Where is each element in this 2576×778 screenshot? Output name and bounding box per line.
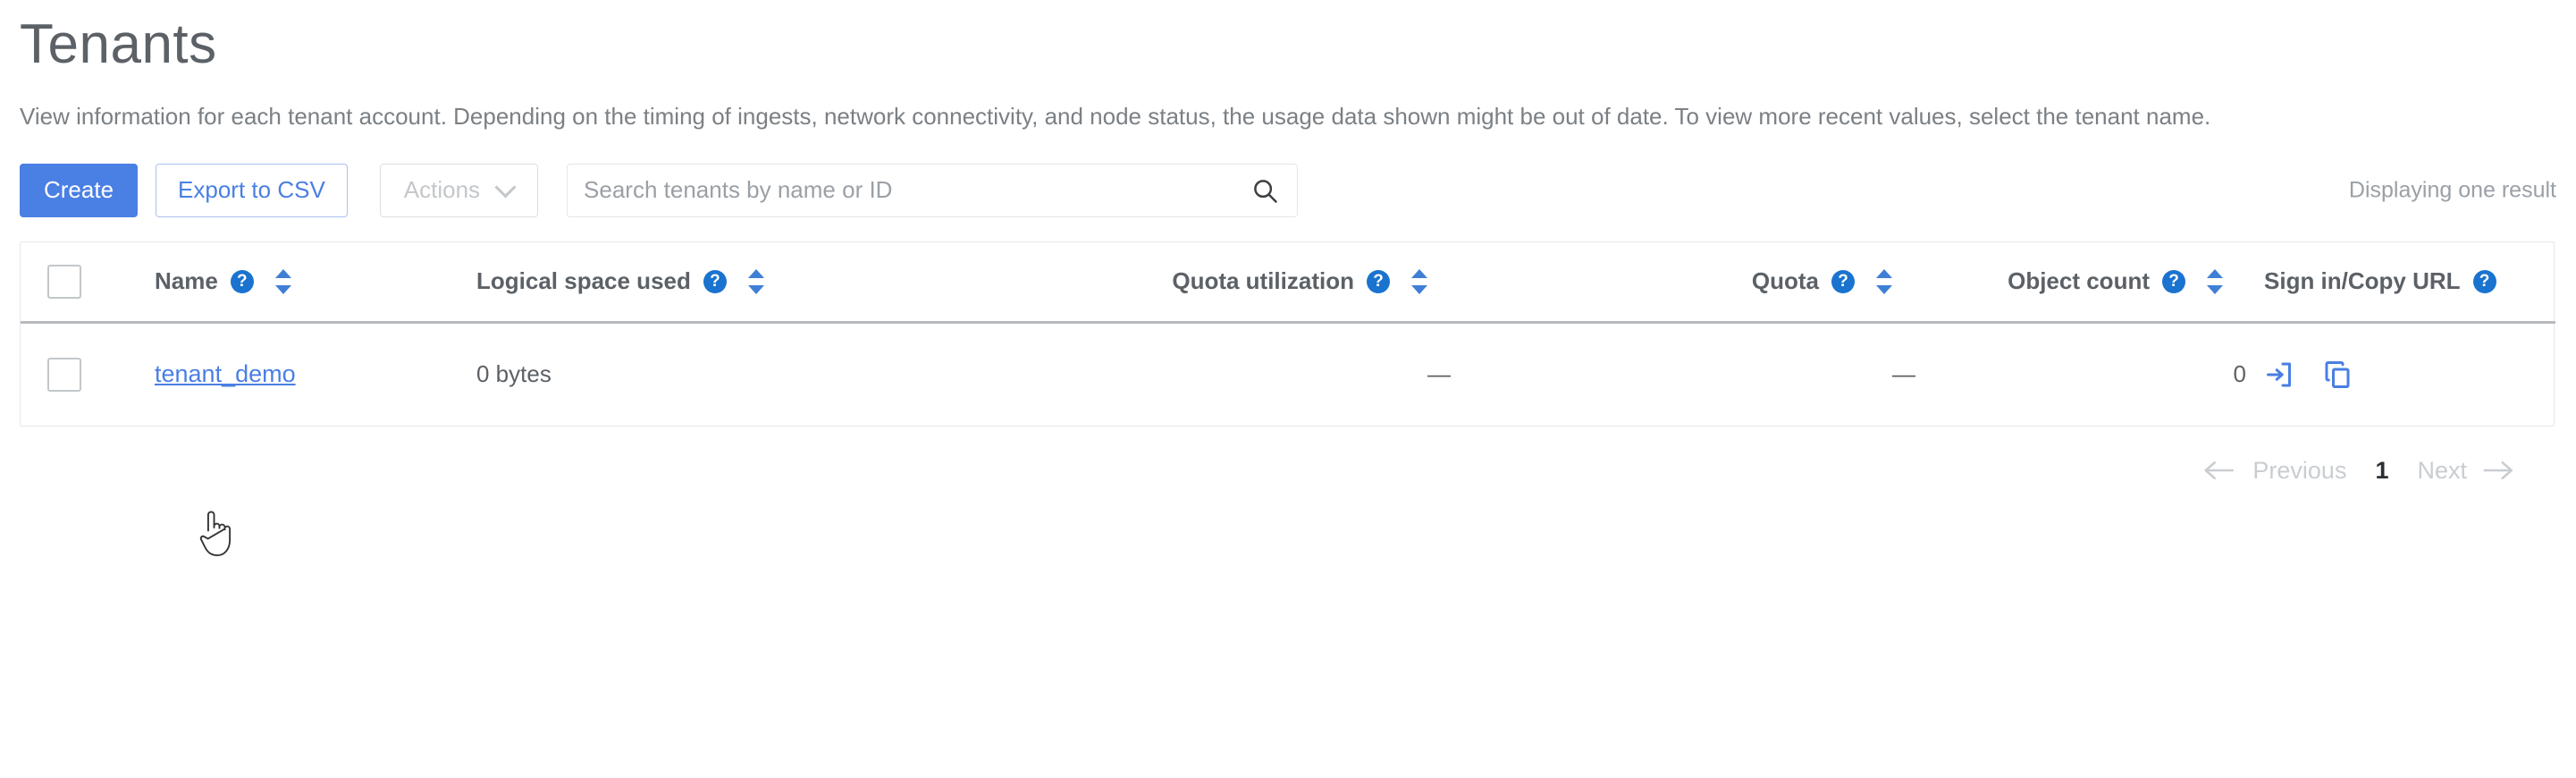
search-field (567, 163, 1299, 217)
column-label-name: Name (155, 267, 218, 295)
table-row: tenant_demo 0 bytes — — 0 (21, 323, 2555, 426)
table-body: tenant_demo 0 bytes — — 0 (21, 323, 2555, 426)
arrow-left-icon[interactable] (2201, 457, 2240, 484)
pagination-current-page[interactable]: 1 (2359, 457, 2404, 485)
pagination-previous[interactable]: Previous (2240, 457, 2359, 485)
help-icon[interactable]: ? (703, 269, 727, 293)
toolbar: Create Export to CSV Actions Displaying … (20, 163, 2556, 218)
help-icon[interactable]: ? (2472, 269, 2496, 293)
column-header-object-count[interactable]: Object count ? (1915, 242, 2246, 323)
tenants-page: Tenants View information for each tenant… (0, 0, 2576, 778)
copy-url-icon[interactable] (2321, 359, 2353, 391)
select-all-header (21, 242, 155, 323)
select-all-checkbox[interactable] (47, 264, 81, 299)
pagination-next[interactable]: Next (2404, 457, 2479, 485)
column-header-sign-in-copy-url: Sign in/Copy URL ? (2246, 242, 2555, 323)
arrow-right-icon[interactable] (2479, 457, 2519, 484)
column-header-quota-utilization[interactable]: Quota utilization ? (959, 242, 1451, 323)
sort-icon-quota[interactable] (1874, 268, 1894, 295)
sort-icon-logical-space-used[interactable] (746, 268, 766, 295)
table-header-row: Name ? Logical space used ? Quota utiliz… (21, 242, 2555, 323)
sign-in-icon[interactable] (2264, 359, 2296, 391)
column-label-logical-space-used: Logical space used (476, 267, 691, 295)
search-input[interactable] (567, 163, 1299, 217)
table-header: Name ? Logical space used ? Quota utiliz… (21, 242, 2555, 323)
sort-icon-name[interactable] (274, 268, 293, 295)
sort-icon-object-count[interactable] (2205, 268, 2225, 295)
page-description: View information for each tenant account… (20, 103, 2211, 131)
row-checkbox[interactable] (47, 357, 81, 392)
column-label-sign-in-copy-url: Sign in/Copy URL (2264, 267, 2461, 295)
cell-quota-utilization: — (1427, 360, 1451, 388)
actions-dropdown-button[interactable]: Actions (379, 163, 539, 217)
cell-object-count: 0 (2233, 360, 2246, 388)
sort-icon-quota-utilization[interactable] (1410, 268, 1429, 295)
column-label-quota: Quota (1751, 267, 1819, 295)
chevron-down-icon (498, 180, 514, 196)
mouse-cursor-pointer (195, 508, 234, 562)
cell-name: tenant_demo (155, 323, 476, 426)
row-select-cell (21, 323, 155, 426)
tenants-table-container: Name ? Logical space used ? Quota utiliz… (20, 241, 2555, 427)
column-label-quota-utilization: Quota utilization (1172, 267, 1354, 295)
help-icon[interactable]: ? (230, 269, 254, 293)
column-label-object-count: Object count (2008, 267, 2150, 295)
column-header-quota[interactable]: Quota ? (1451, 242, 1915, 323)
column-header-name[interactable]: Name ? (155, 242, 476, 323)
actions-label: Actions (403, 176, 481, 204)
tenant-name-link[interactable]: tenant_demo (155, 360, 296, 387)
cell-quota: — (1892, 360, 1915, 388)
cell-logical-space-used: 0 bytes (476, 360, 551, 388)
create-button[interactable]: Create (20, 163, 139, 217)
help-icon[interactable]: ? (1831, 269, 1855, 293)
export-to-csv-button[interactable]: Export to CSV (156, 163, 348, 217)
page-title: Tenants (20, 13, 217, 75)
tenants-table: Name ? Logical space used ? Quota utiliz… (21, 242, 2555, 426)
cell-actions (2246, 323, 2555, 426)
help-icon[interactable]: ? (2162, 269, 2185, 293)
result-count-label: Displaying one result (2348, 177, 2556, 203)
pagination: Previous 1 Next (20, 457, 2556, 485)
column-header-logical-space-used[interactable]: Logical space used ? (476, 242, 959, 323)
help-icon[interactable]: ? (1367, 269, 1390, 293)
